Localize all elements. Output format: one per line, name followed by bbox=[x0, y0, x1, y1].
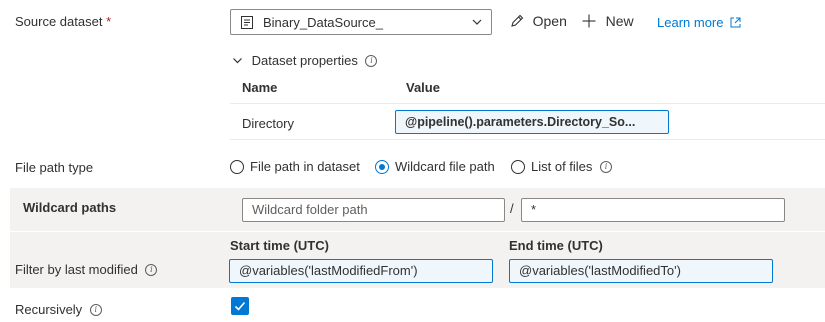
filter-last-modified-text: Filter by last modified bbox=[15, 262, 138, 277]
file-path-type-label: File path type bbox=[15, 160, 94, 175]
end-time-input[interactable]: @variables('lastModifiedTo') bbox=[509, 259, 773, 283]
table-divider bbox=[230, 103, 825, 104]
new-label: New bbox=[605, 13, 634, 29]
filter-last-modified-label: Filter by last modified i bbox=[15, 262, 158, 277]
radio-wildcard-file-path[interactable]: Wildcard file path bbox=[375, 159, 495, 174]
plus-icon bbox=[582, 14, 596, 28]
source-dataset-label-text: Source dataset bbox=[15, 14, 103, 29]
end-time-label: End time (UTC) bbox=[509, 238, 603, 253]
table-divider bbox=[230, 139, 825, 140]
radio-label: List of files bbox=[531, 159, 593, 174]
external-link-icon bbox=[730, 17, 741, 28]
dataset-property-value-input[interactable]: @pipeline().parameters.Directory_So... bbox=[395, 110, 669, 134]
open-button[interactable]: Open bbox=[509, 13, 567, 29]
dataset-properties-toggle[interactable]: Dataset properties i bbox=[232, 53, 378, 68]
path-separator: / bbox=[510, 201, 514, 216]
recursively-checkbox[interactable] bbox=[231, 297, 249, 315]
wildcard-folder-placeholder: Wildcard folder path bbox=[252, 202, 368, 217]
open-label: Open bbox=[532, 13, 567, 29]
radio-file-path-in-dataset[interactable]: File path in dataset bbox=[230, 159, 360, 174]
start-time-input[interactable]: @variables('lastModifiedFrom') bbox=[229, 259, 493, 283]
wildcard-file-name-input[interactable]: * bbox=[521, 198, 785, 222]
radio-button bbox=[511, 160, 525, 174]
required-asterisk: * bbox=[106, 14, 112, 29]
radio-label: Wildcard file path bbox=[395, 159, 495, 174]
chevron-down-icon bbox=[472, 19, 482, 25]
source-dataset-label: Source dataset * bbox=[15, 14, 111, 29]
info-icon: i bbox=[89, 304, 102, 316]
info-icon: i bbox=[600, 161, 613, 173]
wildcard-paths-label: Wildcard paths bbox=[23, 200, 117, 215]
new-button[interactable]: New bbox=[581, 13, 634, 29]
pencil-icon bbox=[511, 14, 524, 27]
column-header-value: Value bbox=[406, 80, 440, 95]
info-icon: i bbox=[145, 264, 158, 276]
recursively-text: Recursively bbox=[15, 302, 83, 317]
source-dataset-select[interactable]: Binary_DataSource_ bbox=[230, 9, 492, 35]
learn-more-link[interactable]: Learn more bbox=[657, 15, 741, 30]
info-icon: i bbox=[365, 55, 378, 67]
chevron-down-icon bbox=[233, 58, 242, 64]
recursively-label: Recursively i bbox=[15, 302, 102, 317]
radio-list-of-files[interactable]: List of files i bbox=[511, 159, 613, 174]
dataset-icon bbox=[241, 16, 253, 29]
dataset-property-name: Directory bbox=[242, 116, 295, 131]
radio-button-selected bbox=[375, 160, 389, 174]
start-time-label: Start time (UTC) bbox=[230, 238, 329, 253]
checkmark-icon bbox=[234, 301, 246, 311]
dataset-properties-header: Dataset properties bbox=[251, 53, 358, 68]
column-header-name: Name bbox=[242, 80, 278, 95]
radio-button bbox=[230, 160, 244, 174]
learn-more-label: Learn more bbox=[657, 15, 724, 30]
radio-label: File path in dataset bbox=[250, 159, 360, 174]
source-dataset-value: Binary_DataSource_ bbox=[263, 15, 383, 30]
wildcard-folder-path-input[interactable]: Wildcard folder path bbox=[242, 198, 505, 222]
